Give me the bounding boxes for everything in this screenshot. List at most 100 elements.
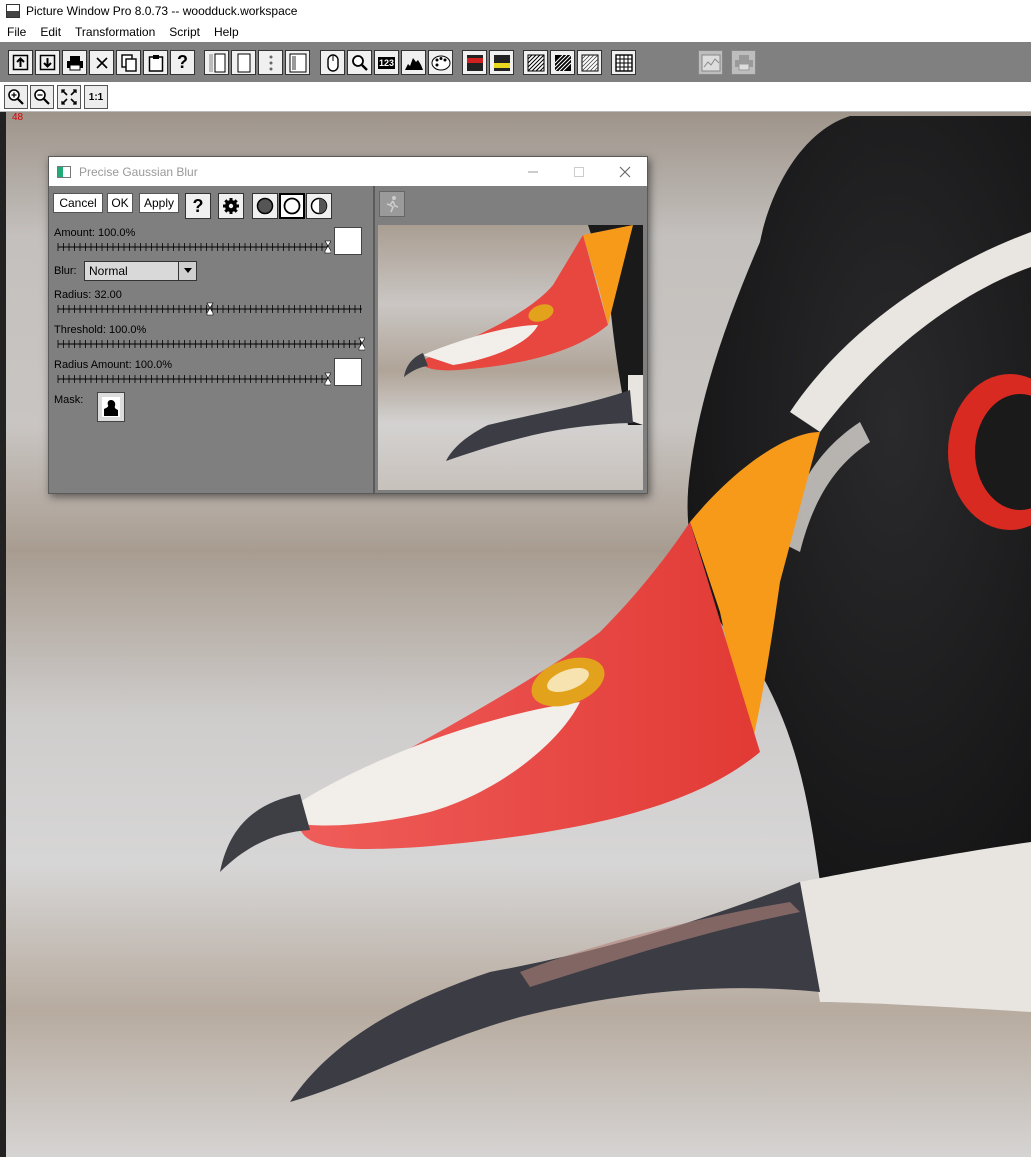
main-toolbar: ? 123: [0, 42, 1031, 82]
amount-label: Amount: 100.0%: [54, 227, 136, 239]
view-white-button[interactable]: [279, 193, 305, 219]
mouse-button[interactable]: [320, 50, 345, 75]
view-dark-button[interactable]: [252, 193, 278, 219]
layout-dual-icon: [208, 53, 225, 72]
maximize-icon: [574, 166, 584, 177]
chart-button[interactable]: [698, 50, 723, 75]
dark-circle-icon: [256, 197, 274, 215]
blur-select[interactable]: Normal: [84, 261, 197, 281]
frame-number: 48: [12, 112, 24, 123]
mask-button[interactable]: [97, 392, 125, 422]
app-title: Picture Window Pro 8.0.73 -- woodduck.wo…: [26, 4, 298, 18]
dialog-title: Precise Gaussian Blur: [79, 164, 198, 179]
maximize-button[interactable]: [556, 157, 602, 186]
layout-single-button[interactable]: [231, 50, 256, 75]
printer-button[interactable]: [731, 50, 756, 75]
cancel-button[interactable]: Cancel: [53, 193, 103, 213]
actual-size-label: 1:1: [88, 91, 104, 103]
chevron-down-icon[interactable]: [178, 262, 196, 280]
open-workspace-icon: [12, 54, 29, 71]
pattern-button[interactable]: [523, 50, 548, 75]
grid-button[interactable]: [611, 50, 636, 75]
layout-dots-button[interactable]: [258, 50, 283, 75]
menu-file[interactable]: File: [0, 25, 33, 39]
paste-button[interactable]: [143, 50, 168, 75]
preview-pane[interactable]: [378, 225, 643, 490]
menu-bar: File Edit Transformation Script Help: [0, 22, 1031, 42]
help-icon: ?: [192, 195, 204, 216]
copy-button[interactable]: [116, 50, 141, 75]
radius-amount-slider[interactable]: [55, 372, 331, 386]
magnifier-icon: [351, 54, 368, 71]
layout-dual-button[interactable]: [204, 50, 229, 75]
save-button[interactable]: [35, 50, 60, 75]
dialog-close-button[interactable]: [602, 157, 648, 186]
grid-icon: [614, 53, 633, 72]
color-yellow-icon: [493, 54, 510, 71]
blur-select-value: Normal: [89, 264, 128, 278]
palette-icon: [431, 55, 450, 70]
white-circle-icon: [283, 197, 301, 215]
menu-script[interactable]: Script: [162, 25, 207, 39]
settings-button[interactable]: [218, 193, 244, 219]
histogram-button[interactable]: [401, 50, 426, 75]
apply-button[interactable]: Apply: [139, 193, 179, 213]
fit-button[interactable]: [57, 85, 81, 109]
app-titlebar: Picture Window Pro 8.0.73 -- woodduck.wo…: [0, 0, 1031, 22]
dialog-icon: [57, 165, 71, 178]
amount-color-box[interactable]: [334, 227, 362, 255]
fit-icon: [61, 89, 77, 105]
dialog-close-icon: [619, 166, 631, 177]
ok-button[interactable]: OK: [107, 193, 133, 213]
dialog-titlebar[interactable]: Precise Gaussian Blur: [49, 157, 647, 186]
mask-silhouette-icon: [102, 397, 120, 417]
copy-icon: [120, 53, 137, 72]
close-icon: [95, 56, 108, 69]
magnifier-button[interactable]: [347, 50, 372, 75]
menu-transformation[interactable]: Transformation: [68, 25, 162, 39]
preview-image: [378, 225, 643, 490]
zoom-in-button[interactable]: [4, 85, 28, 109]
pattern-light-button[interactable]: [577, 50, 602, 75]
zoom-out-button[interactable]: [30, 85, 54, 109]
chart-icon: [701, 54, 720, 71]
threshold-slider[interactable]: [55, 337, 365, 351]
save-icon: [39, 54, 56, 71]
menu-edit[interactable]: Edit: [33, 25, 68, 39]
run-preview-button[interactable]: [379, 191, 405, 217]
pattern-icon: [527, 54, 544, 71]
radius-amount-label: Radius Amount: 100.0%: [54, 359, 173, 371]
print-icon: [66, 55, 83, 70]
amount-slider[interactable]: [55, 240, 331, 254]
threshold-label: Threshold: 100.0%: [54, 324, 147, 336]
layout-single-icon: [237, 53, 250, 72]
open-workspace-button[interactable]: [8, 50, 33, 75]
layout-panel-button[interactable]: [285, 50, 310, 75]
color-yellow-button[interactable]: [489, 50, 514, 75]
help-button[interactable]: ?: [170, 50, 195, 75]
minimize-button[interactable]: [510, 157, 556, 186]
menu-help[interactable]: Help: [207, 25, 246, 39]
mask-label: Mask:: [54, 394, 84, 406]
layout-panel-icon: [289, 53, 306, 72]
zoom-toolbar: 1:1: [0, 82, 1031, 112]
pattern-inverse-button[interactable]: [550, 50, 575, 75]
minimize-icon: [528, 171, 538, 172]
dialog-help-button[interactable]: ?: [185, 193, 211, 219]
print-button[interactable]: [62, 50, 87, 75]
actual-size-button[interactable]: 1:1: [84, 85, 108, 109]
gaussian-blur-dialog: Precise Gaussian Blur Cancel OK Apply ? …: [48, 156, 648, 494]
radius-slider[interactable]: [55, 302, 365, 316]
close-button[interactable]: [89, 50, 114, 75]
numbers-icon: 123: [377, 56, 396, 69]
zoom-in-icon: [8, 89, 24, 105]
pattern-light-icon: [581, 54, 598, 71]
palette-button[interactable]: [428, 50, 453, 75]
color-red-button[interactable]: [462, 50, 487, 75]
half-circle-icon: [310, 197, 328, 215]
numbers-button[interactable]: 123: [374, 50, 399, 75]
view-split-button[interactable]: [306, 193, 332, 219]
radius-amount-color-box[interactable]: [334, 358, 362, 386]
color-red-icon: [466, 54, 483, 71]
radius-label: Radius: 32.00: [54, 289, 122, 301]
